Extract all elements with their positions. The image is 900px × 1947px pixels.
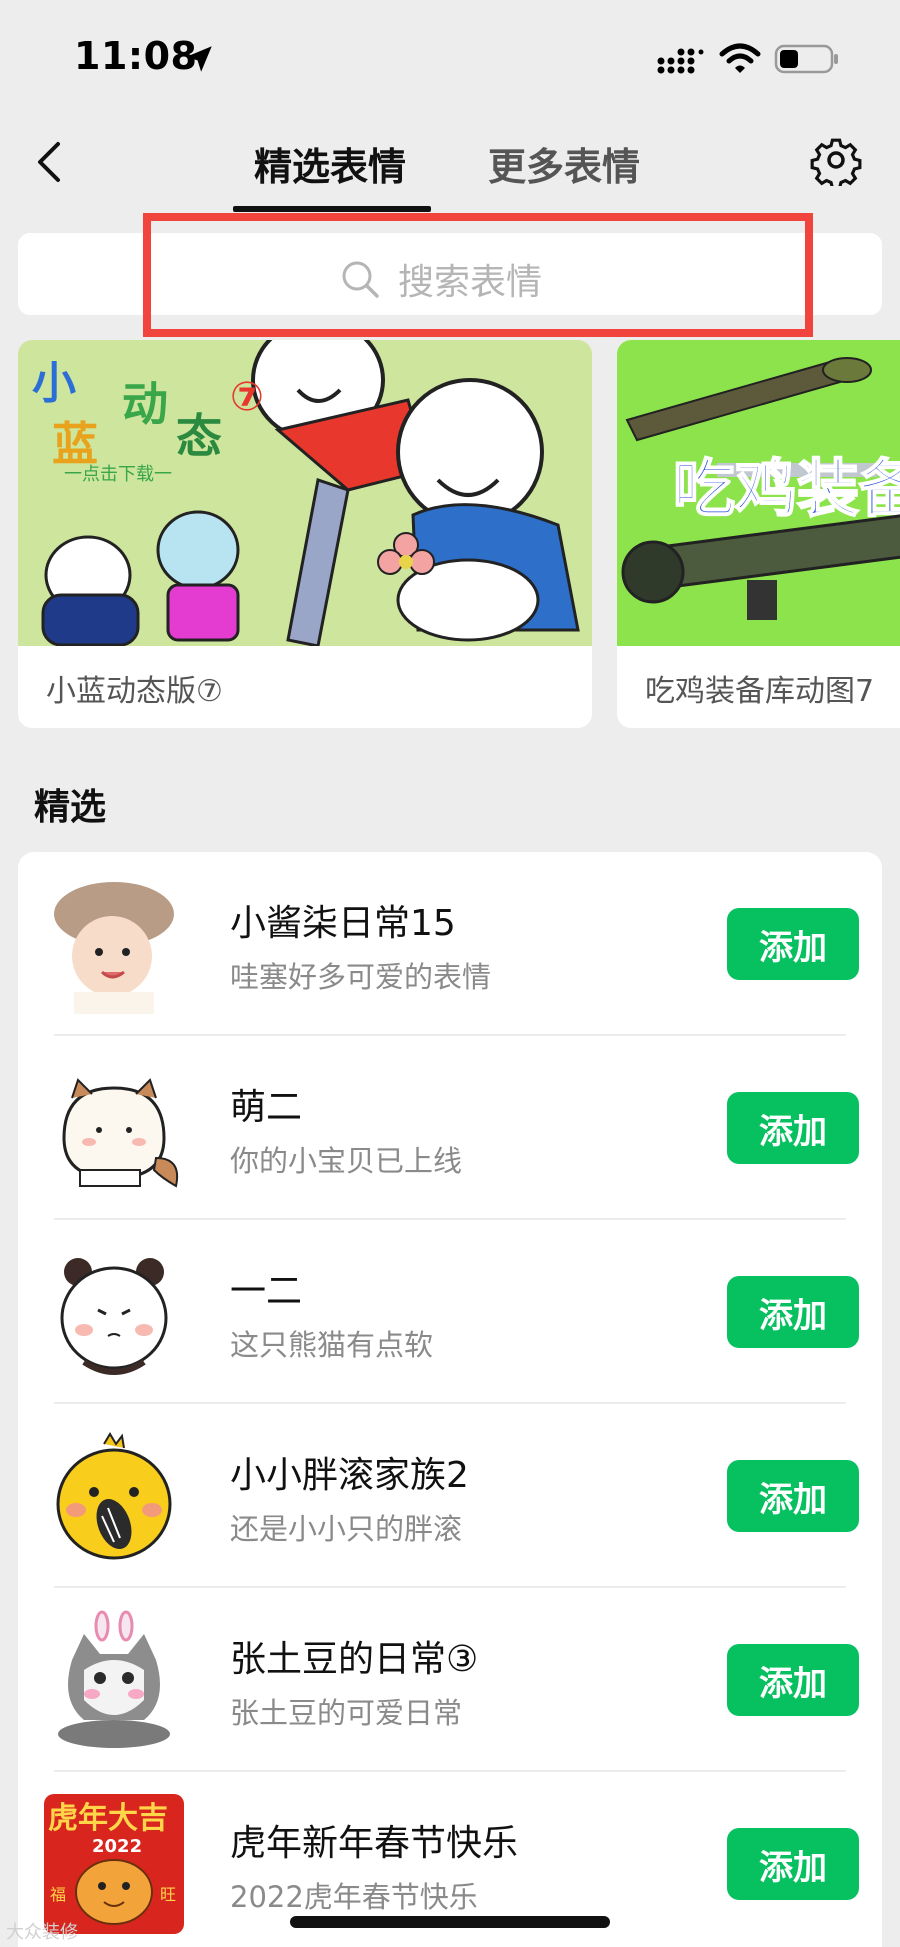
sticker-title: 小小胖滚家族2	[230, 1455, 469, 1496]
banner-art-char: 小	[32, 358, 76, 409]
thumb-text: 2022	[92, 1836, 142, 1857]
sticker-title: 虎年新年春节快乐	[230, 1823, 519, 1864]
home-indicator	[290, 1916, 610, 1928]
sticker-thumbnail	[44, 1058, 184, 1198]
search-highlight-box	[143, 213, 813, 337]
banner-art-pubg: 吃鸡装备	[617, 340, 900, 646]
featured-banner-1[interactable]: 小 蓝 动 态 ⑦ 一点击下载一 小蓝动态版⑦	[18, 340, 592, 728]
sticker-description: 还是小小只的胖滚	[230, 1512, 463, 1546]
banner-art-char: 蓝	[52, 417, 98, 471]
tab-more-stickers[interactable]: 更多表情	[488, 136, 640, 191]
list-item[interactable]: 萌二 你的小宝贝已上线 添加	[18, 1036, 882, 1220]
tab-featured-stickers[interactable]: 精选表情	[254, 136, 406, 191]
banner-art-xiaolan: 小 蓝 动 态 ⑦ 一点击下载一	[18, 340, 592, 646]
sticker-title: 张土豆的日常③	[230, 1639, 479, 1680]
sticker-description: 你的小宝贝已上线	[230, 1144, 463, 1178]
sticker-thumbnail	[44, 1426, 184, 1566]
banner-art-title: 吃鸡装备	[673, 452, 900, 525]
add-button[interactable]: 添加	[727, 908, 859, 980]
chevron-left-icon[interactable]	[30, 138, 70, 186]
status-bar: 11:08	[0, 0, 900, 110]
banner-caption: 小蓝动态版⑦	[46, 674, 223, 709]
sticker-description: 哇塞好多可爱的表情	[230, 960, 492, 994]
featured-banner-2[interactable]: 吃鸡装备 吃鸡装备库动图7	[617, 340, 900, 728]
sticker-thumbnail	[44, 1242, 184, 1382]
battery-icon	[774, 44, 838, 74]
sticker-title: 萌二	[230, 1087, 303, 1128]
section-title: 精选	[34, 787, 107, 828]
add-button[interactable]: 添加	[727, 1644, 859, 1716]
add-button[interactable]: 添加	[727, 1092, 859, 1164]
sticker-list: 小酱柒日常15 哇塞好多可爱的表情 添加 萌二 你的小宝贝已上线 添加 一二 这…	[18, 852, 882, 1947]
sticker-store-page: 11:08 精选表情 更多表情 搜索表情 小 蓝 动 态 ⑦ 一点击下载一 小蓝…	[0, 0, 900, 1947]
active-tab-indicator	[233, 206, 431, 212]
signal-icon	[657, 48, 704, 74]
sticker-description: 这只熊猫有点软	[230, 1328, 434, 1362]
list-item[interactable]: 小小胖滚家族2 还是小小只的胖滚 添加	[18, 1404, 882, 1588]
sticker-thumbnail: 虎年大吉 2022 福 旺	[44, 1794, 184, 1934]
wifi-icon	[719, 43, 761, 73]
add-button[interactable]: 添加	[727, 1276, 859, 1348]
sticker-title: 小酱柒日常15	[230, 903, 456, 944]
sticker-title: 一二	[230, 1271, 303, 1312]
watermark: 大众装修	[6, 1922, 78, 1943]
banner-art-char: 动	[122, 377, 168, 431]
thumb-text: 福	[50, 1885, 66, 1904]
sticker-thumbnail	[44, 874, 184, 1014]
banner-art-subtext: 一点击下载一	[64, 464, 172, 485]
list-item[interactable]: 张土豆的日常③ 张土豆的可爱日常 添加	[18, 1588, 882, 1772]
status-time: 11:08	[74, 34, 198, 78]
gear-icon[interactable]	[810, 134, 862, 186]
list-item[interactable]: 一二 这只熊猫有点软 添加	[18, 1220, 882, 1404]
nav-bar: 精选表情 更多表情	[0, 110, 900, 212]
sticker-description: 2022虎年春节快乐	[230, 1880, 478, 1914]
sticker-thumbnail	[44, 1610, 184, 1750]
banner-caption: 吃鸡装备库动图7	[645, 674, 875, 709]
location-arrow-icon	[186, 46, 212, 72]
add-button[interactable]: 添加	[727, 1460, 859, 1532]
add-button[interactable]: 添加	[727, 1828, 859, 1900]
thumb-text: 虎年大吉	[48, 1801, 168, 1836]
list-item[interactable]: 小酱柒日常15 哇塞好多可爱的表情 添加	[18, 852, 882, 1036]
thumb-text: 旺	[160, 1885, 176, 1904]
banner-art-char: 态	[176, 409, 222, 463]
sticker-description: 张土豆的可爱日常	[230, 1696, 463, 1730]
banner-art-char: ⑦	[230, 374, 264, 420]
